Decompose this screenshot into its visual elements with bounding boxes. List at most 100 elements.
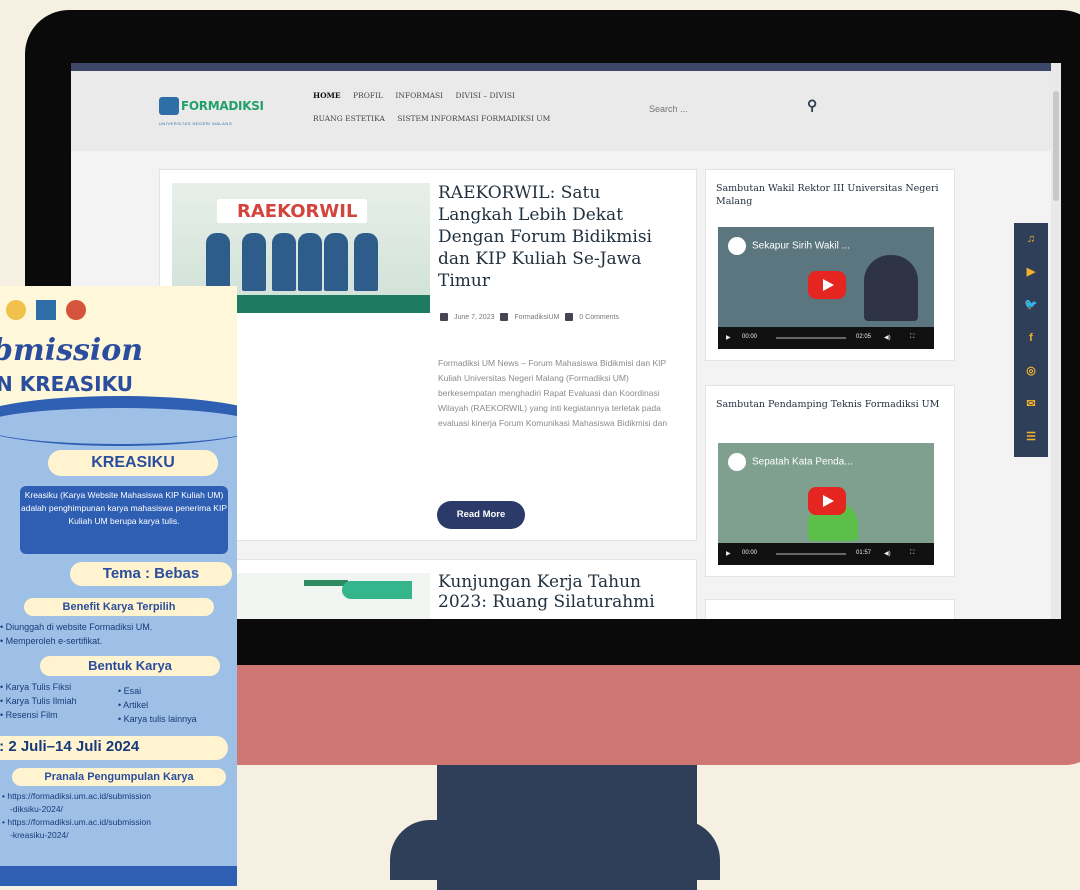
volume-icon[interactable]: ◀): [884, 334, 891, 341]
bentuk-item: • Resensi Film: [0, 710, 58, 720]
play-small-icon[interactable]: ▶: [726, 550, 731, 557]
video-controls: ▶ 00:00 02:05 ◀) ⛶: [718, 327, 934, 349]
facebook-icon[interactable]: f: [1014, 322, 1048, 355]
fullscreen-icon[interactable]: ⛶: [910, 550, 914, 557]
thumbnail-decoration: [304, 580, 348, 586]
poster-bentuk-left: • Karya Tulis Fiksi • Karya Tulis Ilmiah…: [0, 680, 77, 722]
bentuk-item: • Karya Tulis Ilmiah: [0, 696, 77, 706]
play-small-icon[interactable]: ▶: [726, 334, 731, 341]
user-icon: [500, 313, 509, 322]
page-scrollbar[interactable]: [1051, 63, 1061, 619]
poster-link: • https://formadiksi.um.ac.id/submission: [2, 817, 151, 827]
video-title[interactable]: Sekapur Sirih Wakil ...: [752, 241, 850, 252]
poster-link: -diksiku-2024/: [10, 804, 63, 814]
monitor-stand-base: [390, 820, 720, 880]
bentuk-item: • Artikel: [118, 700, 149, 710]
poster-footer: [0, 866, 237, 886]
channel-avatar-icon: [728, 453, 746, 471]
poster-bentuk-title: Bentuk Karya: [40, 656, 220, 676]
comments-icon: [565, 313, 574, 322]
nav-profil[interactable]: PROFIL: [353, 91, 383, 100]
post-comments[interactable]: 0 Comments: [579, 314, 619, 321]
thumbnail-decoration: [342, 581, 412, 599]
site-header: FORMADIKSI UNIVERSITAS NEGERI MALANG HOM…: [71, 71, 1051, 151]
progress-bar[interactable]: [776, 553, 846, 555]
thumbnail-title: RAEKORWIL: [237, 201, 358, 222]
main-nav: HOME PROFIL INFORMASI DIVISI – DIVISI RU…: [313, 91, 613, 123]
benefit-item: • Memperoleh e-sertifikat.: [0, 636, 103, 646]
fullscreen-icon[interactable]: ⛶: [910, 334, 914, 341]
poster-logo-icon: [36, 300, 56, 320]
search-input[interactable]: [649, 104, 769, 114]
video-title[interactable]: Sepatah Kata Penda...: [752, 457, 853, 468]
progress-bar[interactable]: [776, 337, 846, 339]
time-start: 00:00: [742, 334, 758, 340]
poster-kreasiku-pill: KREASIKU: [48, 450, 218, 476]
widget-video-2: Sambutan Pendamping Teknis Formadiksi UM…: [705, 385, 955, 577]
time-start: 00:00: [742, 550, 758, 556]
poster-description: Kreasiku (Karya Website Mahasiswa KIP Ku…: [20, 486, 228, 554]
post-title-2[interactable]: Kunjungan Kerja Tahun 2023: Ruang Silatu…: [438, 572, 668, 612]
channel-avatar-icon: [728, 237, 746, 255]
poster-pranala-title: Pranala Pengumpulan Karya: [12, 768, 226, 786]
time-end: 01:57: [856, 550, 872, 556]
bentuk-item: • Karya tulis lainnya: [118, 714, 197, 724]
person-figure: [206, 233, 230, 291]
post-meta: June 7, 2023 FormadiksiUM 0 Comments: [440, 308, 680, 328]
widget-title: Sambutan Pendamping Teknis Formadiksi UM: [716, 399, 940, 410]
poster-subtitle: bmission: [0, 333, 144, 368]
volume-icon[interactable]: ◀): [884, 550, 891, 557]
post-author[interactable]: FormadiksiUM: [514, 314, 559, 321]
search-icon[interactable]: ⚲: [807, 97, 817, 114]
video-controls: ▶ 00:00 01:57 ◀) ⛶: [718, 543, 934, 565]
kreasiku-poster: bmission N KREASIKU KREASIKU Kreasiku (K…: [0, 286, 237, 886]
bentuk-item: • Esai: [118, 686, 142, 696]
nav-divisi[interactable]: DIVISI – DIVISI: [456, 91, 515, 100]
poster-logo-icon: [6, 300, 26, 320]
video-player[interactable]: Sepatah Kata Penda... ▶ 00:00 01:57 ◀) ⛶: [718, 443, 934, 565]
post-card-2: Kunjungan Kerja Tahun 2023: Ruang Silatu…: [159, 559, 697, 619]
scrollbar-thumb[interactable]: [1053, 91, 1059, 201]
site-logo[interactable]: FORMADIKSI UNIVERSITAS NEGERI MALANG: [159, 93, 269, 133]
poster-link: -kreasiku-2024/: [10, 830, 69, 840]
person-figure: [354, 233, 378, 291]
twitter-icon[interactable]: 🐦: [1014, 289, 1048, 322]
post-card: RAEKORWIL RAEKORWIL: Satu Langkah Lebih …: [159, 169, 697, 541]
poster-date: n: 2 Juli–14 Juli 2024: [0, 738, 140, 755]
video-player[interactable]: Sekapur Sirih Wakil ... ▶ 00:00 02:05 ◀)…: [718, 227, 934, 349]
widget-3: [705, 599, 955, 619]
person-figure: [324, 233, 348, 291]
nav-sistem-informasi[interactable]: SISTEM INFORMASI FORMADIKSI UM: [397, 114, 550, 123]
play-icon[interactable]: [808, 487, 846, 515]
music-icon[interactable]: ♫: [1014, 223, 1048, 256]
mail-icon[interactable]: ✉: [1014, 388, 1048, 421]
calendar-icon: [440, 313, 448, 322]
search-box: ⚲: [649, 97, 829, 119]
poster-wave: [0, 408, 237, 444]
bentuk-item: • Karya Tulis Fiksi: [0, 682, 72, 692]
person-figure: [298, 233, 322, 291]
social-sidebar: ♫ ▶ 🐦 f ◎ ✉ ☰: [1014, 223, 1048, 457]
play-icon[interactable]: [808, 271, 846, 299]
nav-ruang-estetika[interactable]: RUANG ESTETIKA: [313, 114, 385, 123]
nav-informasi[interactable]: INFORMASI: [395, 91, 443, 100]
benefit-item: • Diunggah di website Formadiksi UM.: [0, 622, 153, 632]
youtube-icon[interactable]: ▶: [1014, 256, 1048, 289]
poster-logo-icon: [66, 300, 86, 320]
post-title[interactable]: RAEKORWIL: Satu Langkah Lebih Dekat Deng…: [438, 182, 668, 292]
instagram-icon[interactable]: ◎: [1014, 355, 1048, 388]
logo-mark-icon: [159, 97, 179, 115]
person-figure: [272, 233, 296, 291]
read-more-button[interactable]: Read More: [437, 501, 525, 529]
logo-wordmark: FORMADIKSI: [181, 99, 264, 113]
poster-bentuk-right: • Esai • Artikel • Karya tulis lainnya: [118, 684, 197, 726]
person-figure: [242, 233, 266, 291]
menu-icon[interactable]: ☰: [1014, 421, 1048, 454]
poster-links: • https://formadiksi.um.ac.id/submission…: [2, 790, 151, 842]
nav-home[interactable]: HOME: [313, 91, 341, 100]
post-excerpt: Formadiksi UM News – Forum Mahasiswa Bid…: [438, 358, 668, 428]
widget-video-1: Sambutan Wakil Rektor III Universitas Ne…: [705, 169, 955, 361]
widget-title: Sambutan Wakil Rektor III Universitas Ne…: [716, 183, 939, 207]
poster-heading: N KREASIKU: [0, 372, 133, 396]
poster-benefit-title: Benefit Karya Terpilih: [24, 598, 214, 616]
